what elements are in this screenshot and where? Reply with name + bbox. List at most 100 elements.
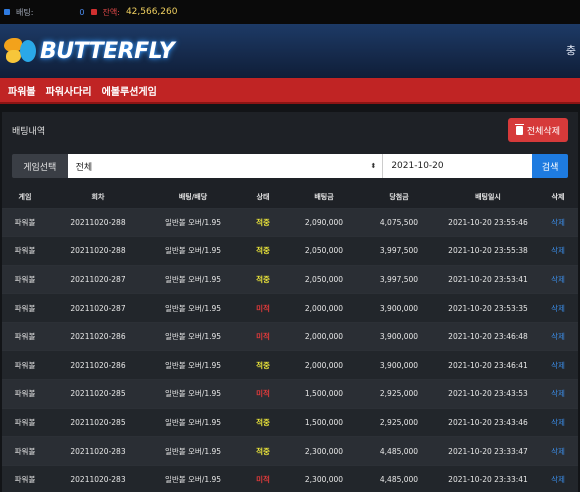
cell-status: 적중 bbox=[238, 436, 288, 466]
cell-bet: 일반볼 오버/1.95 bbox=[148, 379, 238, 409]
cell-win: 4,485,000 bbox=[360, 464, 438, 492]
cell-time: 2021-10-20 23:46:48 bbox=[438, 321, 538, 351]
cell-time: 2021-10-20 23:33:47 bbox=[438, 436, 538, 466]
cell-delete[interactable]: 삭제 bbox=[538, 379, 578, 409]
col-delete: 삭제 bbox=[538, 186, 578, 208]
cell-win: 3,900,000 bbox=[360, 350, 438, 380]
cell-amount: 2,000,000 bbox=[288, 321, 360, 351]
cell-round: 20211020-287 bbox=[48, 293, 148, 323]
cell-round: 20211020-285 bbox=[48, 379, 148, 409]
cell-status: 적중 bbox=[238, 407, 288, 437]
cell-delete[interactable]: 삭제 bbox=[538, 436, 578, 466]
date-input[interactable]: 2021-10-20 bbox=[383, 154, 533, 178]
cell-round: 20211020-283 bbox=[48, 436, 148, 466]
cell-game: 파워볼 bbox=[2, 236, 48, 266]
cell-amount: 1,500,000 bbox=[288, 379, 360, 409]
cell-delete[interactable]: 삭제 bbox=[538, 407, 578, 437]
cell-time: 2021-10-20 23:55:38 bbox=[438, 236, 538, 266]
nav-item-evolution[interactable]: 에볼루션게임 bbox=[102, 83, 157, 98]
panel-header: 배팅내역 전체삭제 bbox=[2, 112, 578, 148]
cell-time: 2021-10-20 23:33:41 bbox=[438, 464, 538, 492]
cell-game: 파워볼 bbox=[2, 293, 48, 323]
table-row: 파워볼 20211020-287 일반볼 오버/1.95 미적 2,000,000 3,9… bbox=[2, 293, 578, 323]
nav-item-powerball[interactable]: 파워볼 bbox=[8, 83, 36, 98]
game-select-label: 게임선택 bbox=[12, 154, 68, 178]
col-amount: 배팅금 bbox=[288, 186, 360, 208]
delete-all-label: 전체삭제 bbox=[526, 126, 560, 137]
col-bet: 배팅/배당 bbox=[148, 186, 238, 208]
balance-label: 잔액: bbox=[102, 7, 120, 17]
cell-time: 2021-10-20 23:46:41 bbox=[438, 350, 538, 380]
cell-win: 2,925,000 bbox=[360, 407, 438, 437]
cell-win: 3,997,500 bbox=[360, 236, 438, 266]
cell-game: 파워볼 bbox=[2, 379, 48, 409]
bet-history-panel: 배팅내역 전체삭제 게임선택 전체 ⬍ 2021-10-20 검색 게임 회차 … bbox=[2, 112, 578, 492]
cell-round: 20211020-285 bbox=[48, 407, 148, 437]
cell-bet: 일반볼 오버/1.95 bbox=[148, 407, 238, 437]
cell-delete[interactable]: 삭제 bbox=[538, 293, 578, 323]
cell-bet: 일반볼 오버/1.95 bbox=[148, 436, 238, 466]
cell-bet: 일반볼 오버/1.95 bbox=[148, 207, 238, 237]
cell-win: 2,925,000 bbox=[360, 379, 438, 409]
cell-amount: 2,050,000 bbox=[288, 236, 360, 266]
cell-delete[interactable]: 삭제 bbox=[538, 350, 578, 380]
table-row: 파워볼 20211020-285 일반볼 오버/1.95 미적 1,500,000 2,9… bbox=[2, 379, 578, 409]
delete-all-button[interactable]: 전체삭제 bbox=[507, 118, 568, 142]
cell-bet: 일반볼 오버/1.95 bbox=[148, 321, 238, 351]
cell-amount: 2,300,000 bbox=[288, 464, 360, 492]
cell-bet: 일반볼 오버/1.95 bbox=[148, 293, 238, 323]
cell-delete[interactable]: 삭제 bbox=[538, 321, 578, 351]
cell-round: 20211020-286 bbox=[48, 321, 148, 351]
cell-status: 미적 bbox=[238, 464, 288, 492]
cell-time: 2021-10-20 23:43:53 bbox=[438, 379, 538, 409]
cell-game: 파워볼 bbox=[2, 207, 48, 237]
cell-round: 20211020-287 bbox=[48, 264, 148, 294]
cell-time: 2021-10-20 23:53:35 bbox=[438, 293, 538, 323]
balance-dot-icon bbox=[90, 9, 97, 15]
table-row: 파워볼 20211020-286 일반볼 오버/1.95 미적 2,000,000 3,9… bbox=[2, 321, 578, 351]
col-time: 배팅일시 bbox=[438, 186, 538, 208]
cell-time: 2021-10-20 23:53:41 bbox=[438, 264, 538, 294]
col-status: 상태 bbox=[238, 186, 288, 208]
balance-value: 42,566,260 bbox=[125, 7, 178, 17]
cell-delete[interactable]: 삭제 bbox=[538, 207, 578, 237]
nav-item-power-ladder[interactable]: 파워사다리 bbox=[46, 83, 92, 98]
butterfly-logo-icon bbox=[4, 36, 38, 66]
cell-game: 파워볼 bbox=[2, 464, 48, 492]
cell-round: 20211020-283 bbox=[48, 464, 148, 492]
cell-delete[interactable]: 삭제 bbox=[538, 264, 578, 294]
cell-amount: 2,300,000 bbox=[288, 436, 360, 466]
site-logo[interactable]: BUTTERFLY bbox=[4, 36, 175, 66]
page-title: 배팅내역 bbox=[12, 126, 46, 137]
filter-bar: 게임선택 전체 ⬍ 2021-10-20 검색 bbox=[2, 152, 578, 180]
table-row: 파워볼 20211020-287 일반볼 오버/1.95 적중 2,050,000 3,9… bbox=[2, 264, 578, 294]
game-select-value: 전체 bbox=[75, 162, 93, 173]
table-row: 파워볼 20211020-286 일반볼 오버/1.95 적중 2,000,000 3,9… bbox=[2, 350, 578, 380]
cell-game: 파워볼 bbox=[2, 264, 48, 294]
cell-status: 적중 bbox=[238, 236, 288, 266]
table-row: 파워볼 20211020-283 일반볼 오버/1.95 미적 2,300,000 4,4… bbox=[2, 464, 578, 492]
col-round: 회차 bbox=[48, 186, 148, 208]
cell-delete[interactable]: 삭제 bbox=[538, 464, 578, 492]
cell-delete[interactable]: 삭제 bbox=[538, 236, 578, 266]
cell-game: 파워볼 bbox=[2, 407, 48, 437]
cell-time: 2021-10-20 23:43:46 bbox=[438, 407, 538, 437]
cell-bet: 일반볼 오버/1.95 bbox=[148, 236, 238, 266]
game-select[interactable]: 전체 ⬍ bbox=[67, 154, 384, 178]
table-row: 파워볼 20211020-285 일반볼 오버/1.95 적중 1,500,000 2,9… bbox=[2, 407, 578, 437]
bet-label: 배팅: bbox=[16, 7, 34, 17]
bet-count: 0 bbox=[79, 7, 85, 17]
logo-text: BUTTERFLY bbox=[40, 38, 175, 64]
search-button[interactable]: 검색 bbox=[532, 154, 568, 178]
select-arrows-icon: ⬍ bbox=[370, 162, 377, 170]
top-status-bar: 배팅: 0 잔액: 42,566,260 bbox=[0, 0, 580, 24]
cell-win: 4,485,000 bbox=[360, 436, 438, 466]
cell-game: 파워볼 bbox=[2, 321, 48, 351]
header-right-link[interactable]: 충 bbox=[566, 42, 576, 58]
cell-status: 미적 bbox=[238, 321, 288, 351]
cell-bet: 일반볼 오버/1.95 bbox=[148, 464, 238, 492]
main-nav: 파워볼 파워사다리 에볼루션게임 bbox=[0, 78, 580, 104]
cell-amount: 2,000,000 bbox=[288, 293, 360, 323]
cell-round: 20211020-288 bbox=[48, 236, 148, 266]
cell-bet: 일반볼 오버/1.95 bbox=[148, 264, 238, 294]
